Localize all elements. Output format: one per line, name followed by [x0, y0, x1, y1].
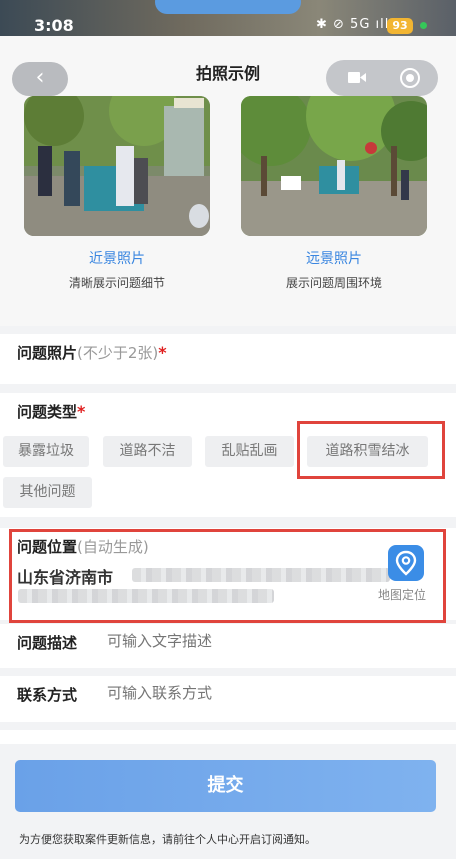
subscription-notice: 为方便您获取案件更新信息，请前往个人中心开启订阅通知。 [19, 833, 316, 846]
status-icons: ✱ ⊘ 5G ıll [316, 17, 390, 32]
status-time: 3:08 [34, 16, 74, 35]
description-input[interactable] [107, 632, 427, 650]
problem-photos-row: 问题照片(不少于2张)* [17, 342, 167, 363]
video-icon[interactable] [348, 71, 366, 84]
status-bar: 3:08 ✱ ⊘ 5G ıll 93 [0, 0, 456, 36]
required-mark: * [158, 343, 167, 362]
contact-label: 联系方式 [17, 686, 78, 704]
status-dot [420, 22, 427, 29]
problem-photos-hint: (不少于2张) [77, 344, 159, 362]
record-icon[interactable] [400, 68, 420, 88]
type-option-exposed-garbage[interactable]: 暴露垃圾 [3, 436, 89, 467]
type-option-graffiti[interactable]: 乱贴乱画 [205, 436, 294, 467]
description-label: 问题描述 [17, 634, 78, 652]
location-highlight [9, 529, 446, 623]
form-bottom-strip [0, 730, 456, 744]
type-option-other[interactable]: 其他问题 [3, 477, 92, 508]
description-section: 问题描述 [0, 624, 456, 668]
problem-photos-label: 问题照片 [17, 344, 78, 362]
contact-input[interactable] [107, 684, 427, 702]
type-option-dirty-road[interactable]: 道路不洁 [103, 436, 192, 467]
battery-badge: 93 [387, 18, 413, 34]
problem-photos-section[interactable]: 问题照片(不少于2张)* [0, 334, 456, 384]
photo-example-card: ‹ 拍照示例 近景照片 清晰展示问题细节 远景照片 展示问题周围环境 [0, 36, 456, 326]
mini-program-capsule[interactable] [326, 60, 438, 96]
problem-type-row: 问题类型* [17, 401, 85, 422]
far-view-example-photo [241, 96, 427, 236]
far-view-photo-image [241, 96, 427, 236]
contact-section: 联系方式 [0, 676, 456, 722]
far-view-desc: 展示问题周围环境 [285, 276, 382, 290]
close-up-label: 近景照片 [89, 251, 145, 267]
selected-type-highlight [297, 421, 445, 479]
submit-button[interactable]: 提交 [15, 760, 436, 812]
status-pill [155, 0, 301, 14]
far-view-label: 远景照片 [306, 251, 362, 267]
close-up-example-photo [24, 96, 210, 236]
problem-type-label: 问题类型 [17, 403, 78, 421]
close-up-desc: 清晰展示问题细节 [68, 276, 165, 290]
close-up-photo-image [24, 96, 210, 236]
required-mark: * [77, 402, 86, 421]
